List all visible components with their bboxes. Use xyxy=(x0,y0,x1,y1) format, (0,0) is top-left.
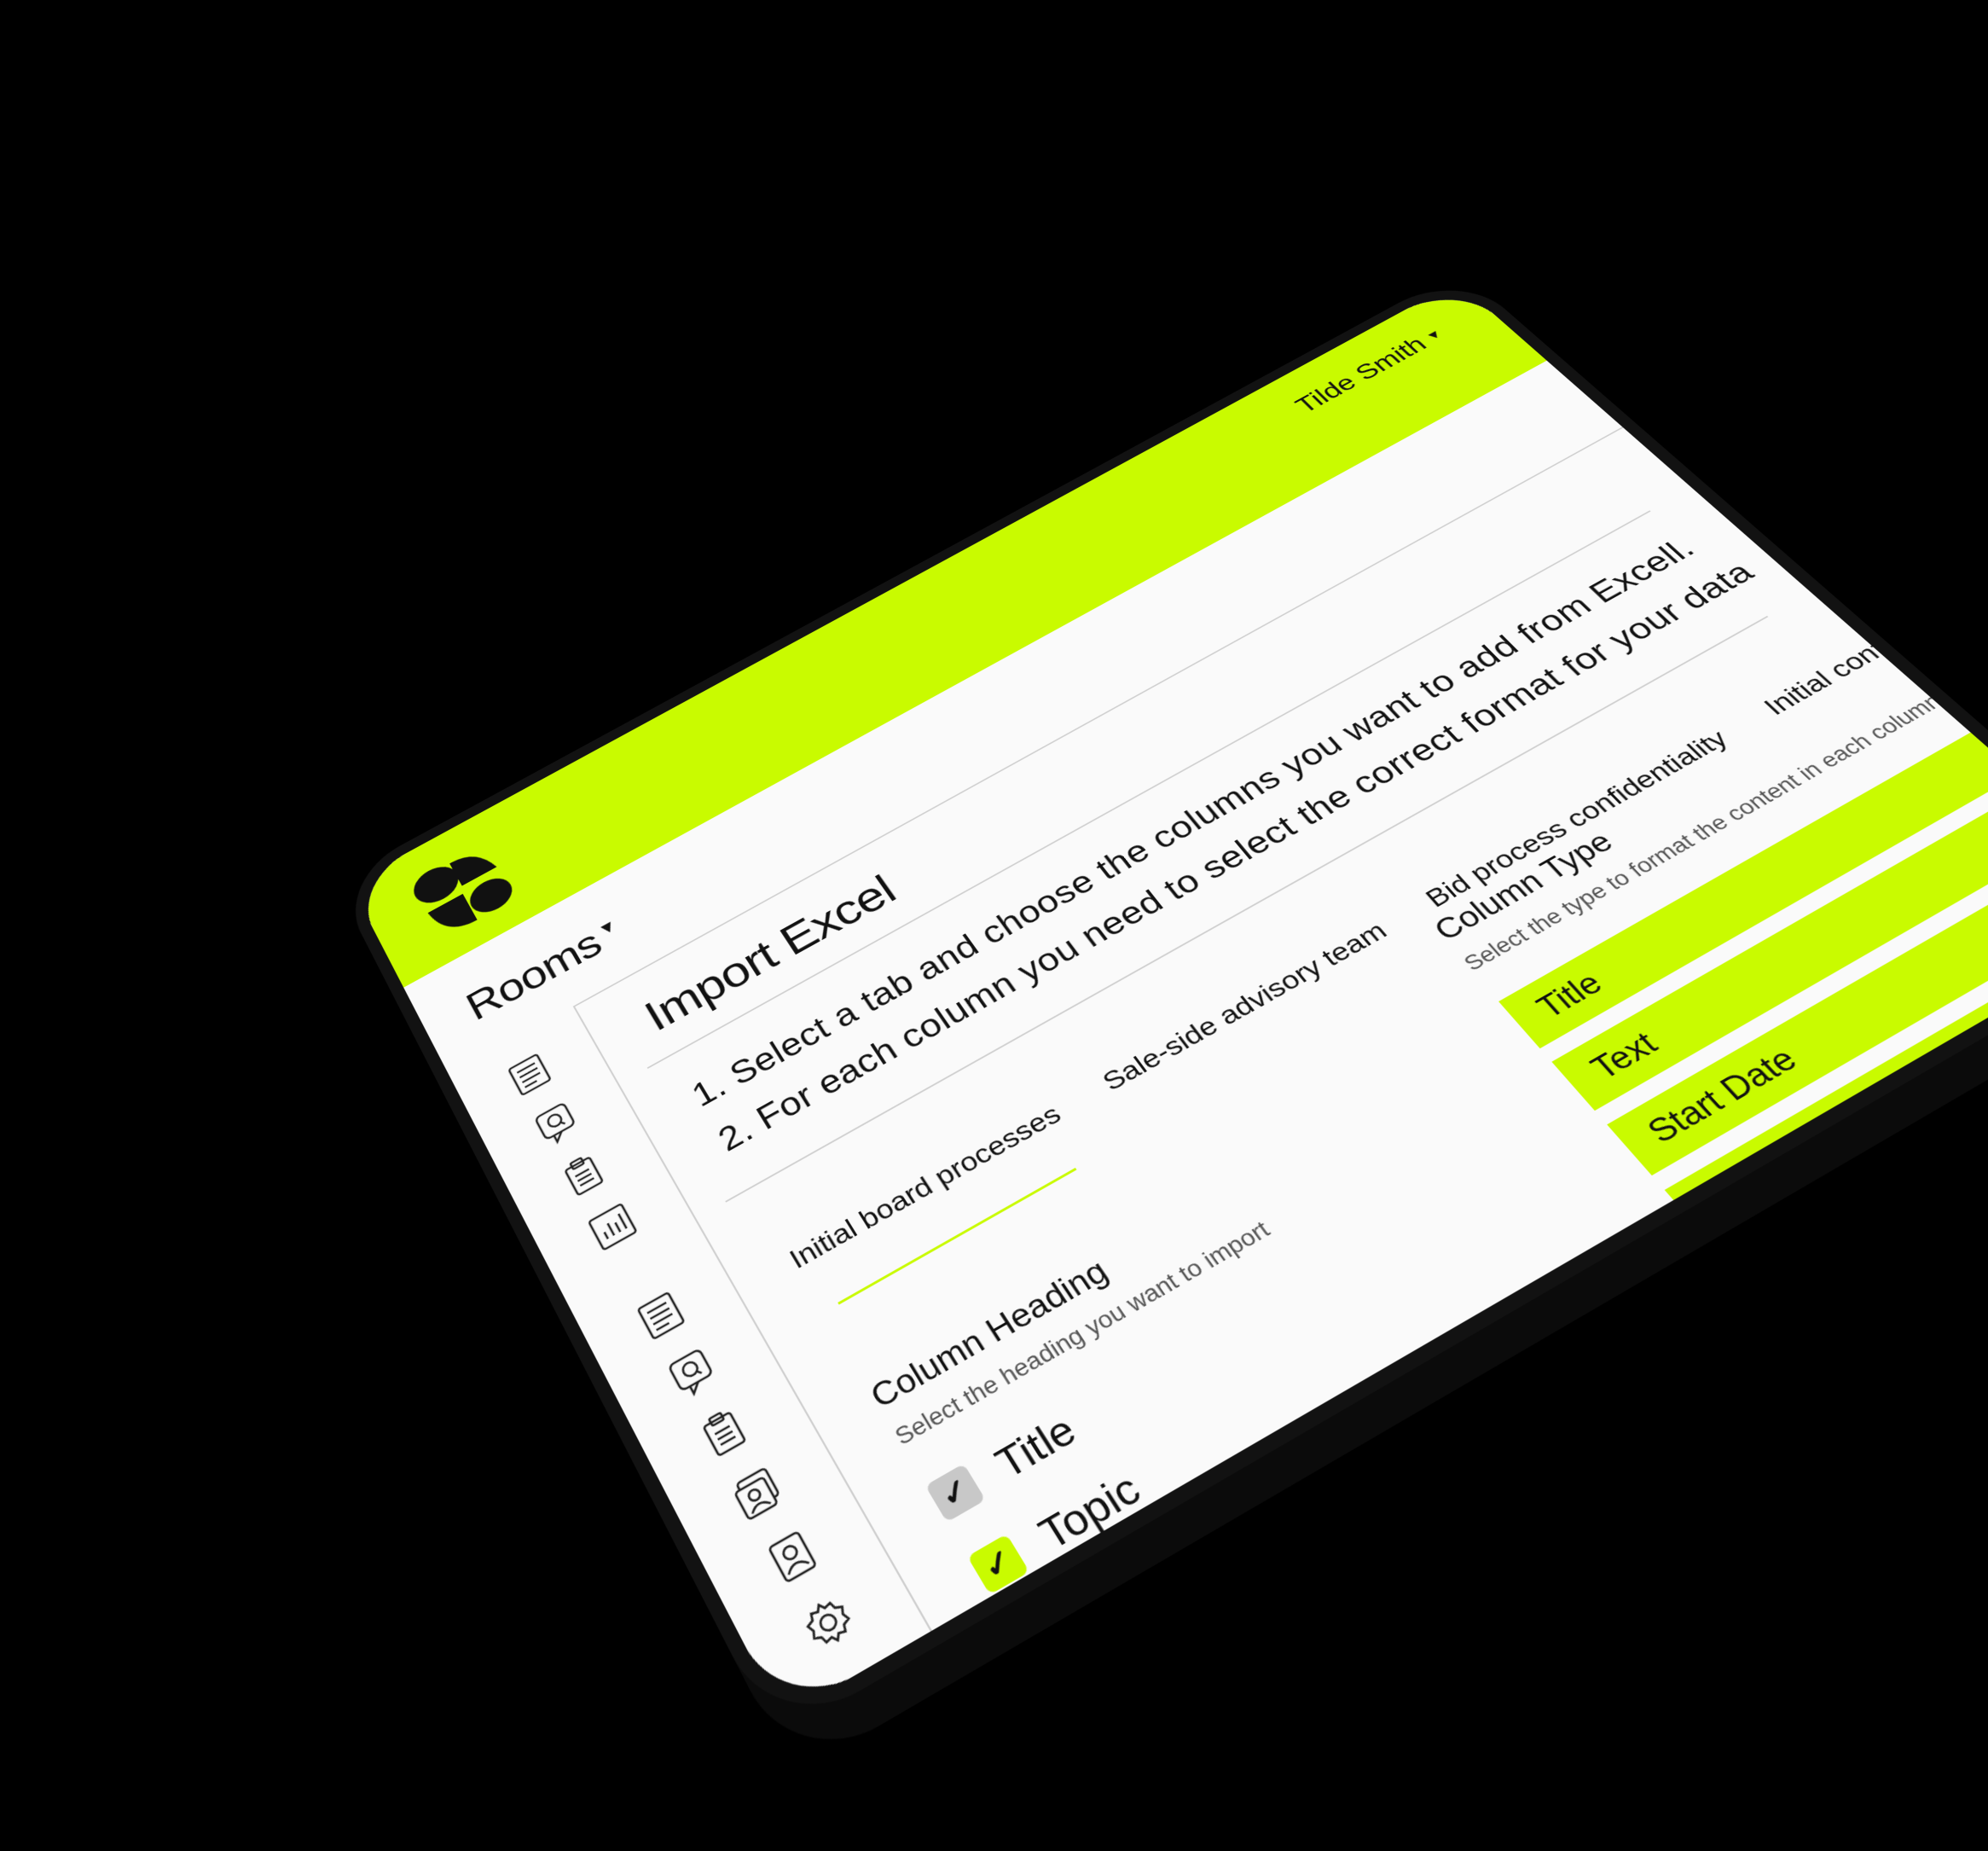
checkbox-checked-icon[interactable]: ✓ xyxy=(1057,1683,1123,1718)
mail-icon[interactable] xyxy=(829,1654,901,1718)
checkbox-label: Due Date xyxy=(1122,1565,1324,1712)
checkbox-row[interactable]: ✓ Due Date xyxy=(1055,1378,1647,1718)
select-value: Text xyxy=(1584,1026,1666,1087)
bar-chart-icon[interactable] xyxy=(582,1198,643,1256)
select-value: Title xyxy=(1530,966,1610,1025)
search-chat-icon[interactable] xyxy=(660,1341,725,1405)
clipboard-icon[interactable] xyxy=(554,1146,614,1204)
tab-initial-board-processes[interactable]: Initial board processes xyxy=(785,1100,1074,1285)
checkbox-label: Topic xyxy=(1030,1464,1150,1559)
caret-down-icon: ▼ xyxy=(1423,327,1446,344)
tablet-device: Tilde Smith ▼ Rooms ▼ Import Excel 1. Se… xyxy=(334,270,1988,1740)
app-logo xyxy=(408,844,519,939)
caret-down-icon: ▼ xyxy=(594,916,620,941)
screen: Tilde Smith ▼ Rooms ▼ Import Excel 1. Se… xyxy=(350,281,1988,1718)
user-menu[interactable]: Tilde Smith ▼ xyxy=(1290,323,1451,418)
checkbox-checked-icon[interactable]: ✓ xyxy=(967,1534,1030,1595)
photo-user-icon[interactable] xyxy=(724,1459,792,1527)
checkbox-label: Title xyxy=(987,1406,1085,1488)
stage: Tilde Smith ▼ Rooms ▼ Import Excel 1. Se… xyxy=(0,0,1988,1851)
column-heading-section: Column Heading Select the heading you wa… xyxy=(865,1092,1670,1718)
user-name: Tilde Smith xyxy=(1290,333,1433,418)
checkbox-checked-icon[interactable]: ✓ xyxy=(1011,1607,1075,1670)
gear-icon[interactable] xyxy=(793,1587,864,1659)
clipboard-icon[interactable] xyxy=(692,1399,758,1465)
contact-card-icon[interactable] xyxy=(758,1522,827,1592)
checkbox-checked-icon[interactable]: ✓ xyxy=(924,1463,986,1523)
search-chat-icon[interactable] xyxy=(527,1096,586,1152)
document-icon[interactable] xyxy=(501,1047,559,1102)
tab-sale-side-advisory-team[interactable]: Sale-side advisory team xyxy=(1097,916,1401,1106)
document-icon[interactable] xyxy=(629,1285,693,1347)
